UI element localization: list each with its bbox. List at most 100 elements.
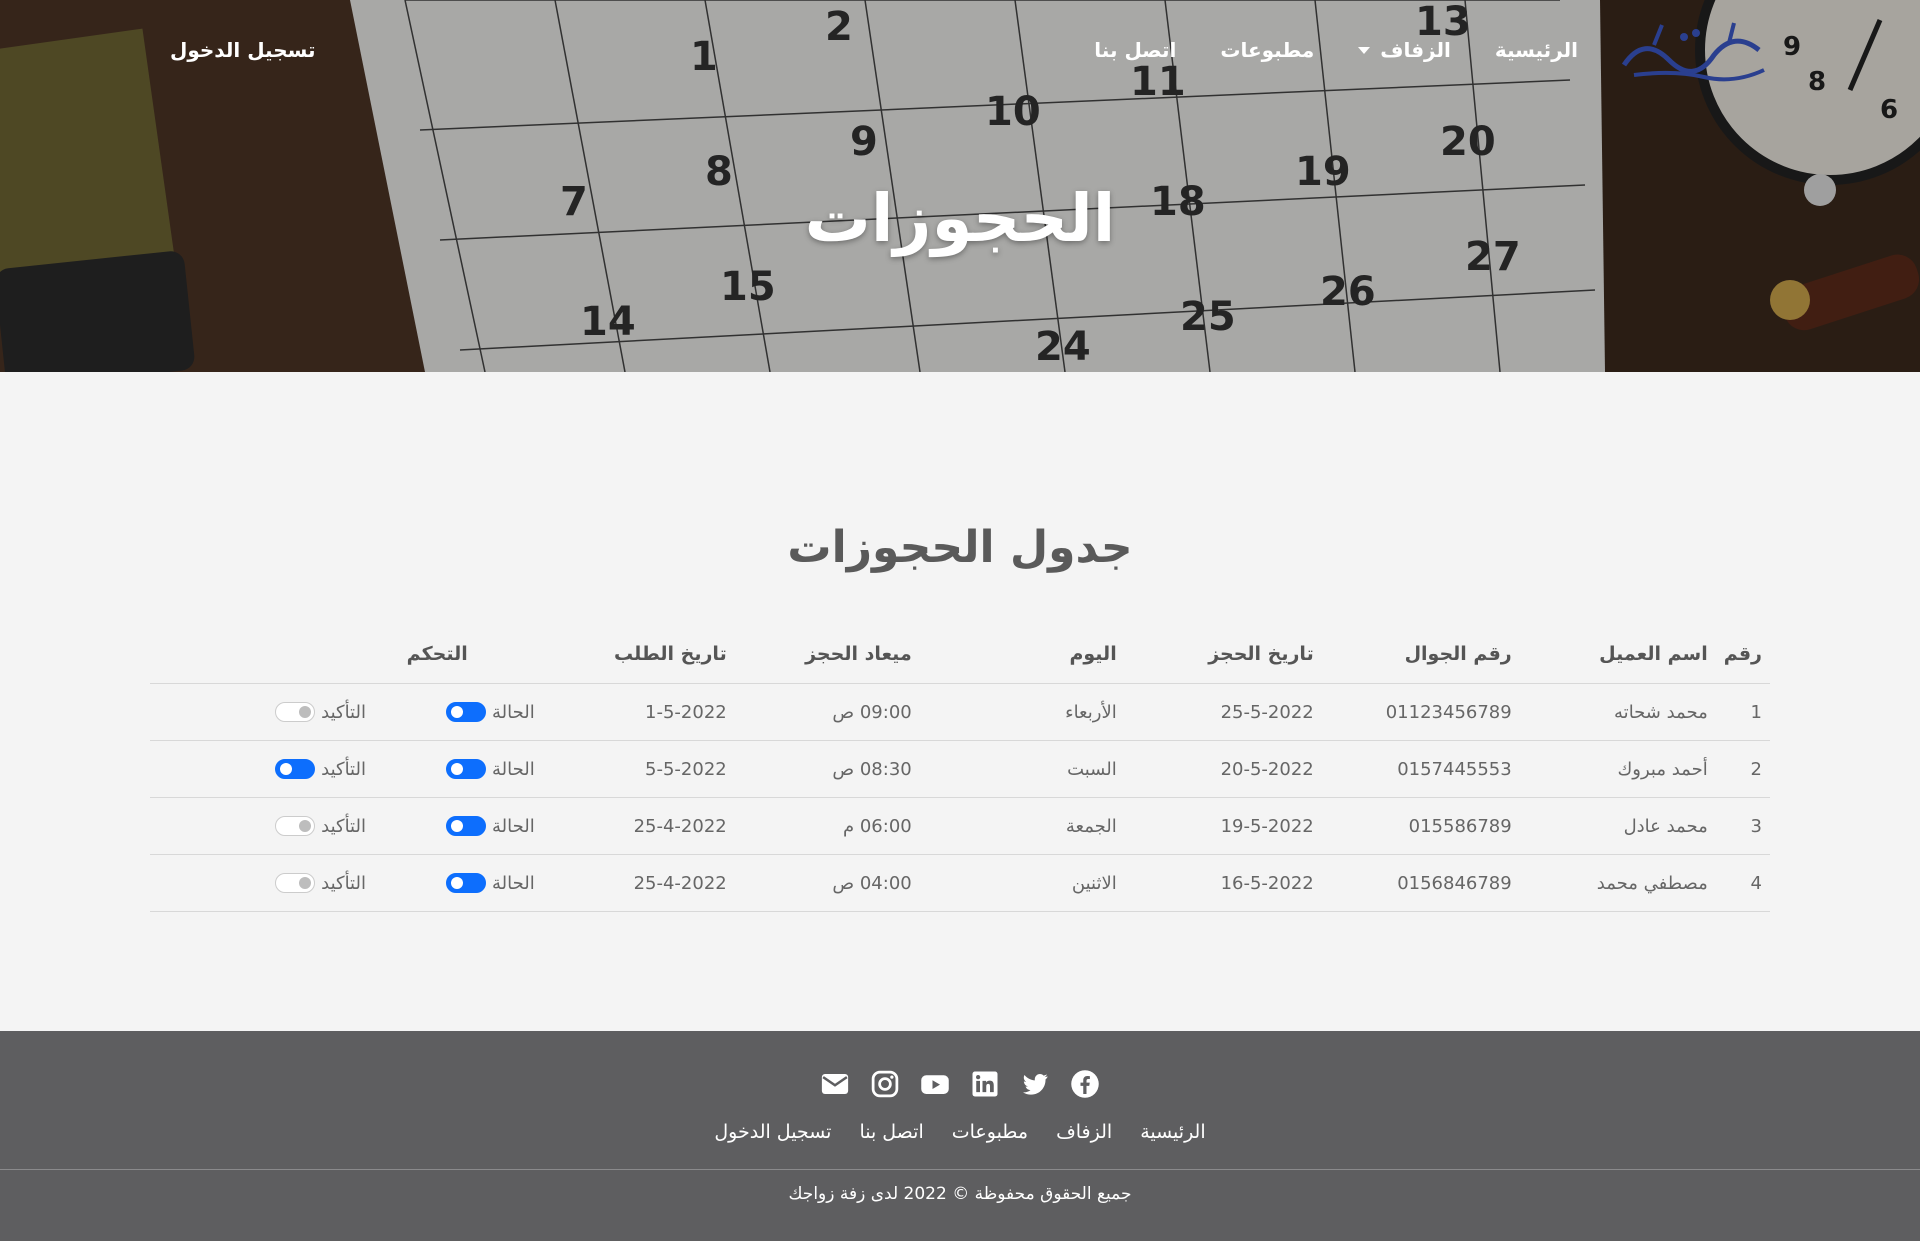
row-number-cell: 3	[1715, 797, 1770, 855]
order-date-cell: 1-5-2022	[542, 683, 735, 741]
control-cell: الحالة التأكيد	[150, 683, 543, 741]
phone-number-cell: 0157445553	[1321, 740, 1520, 798]
booking-day-cell: الاثنين	[919, 854, 1125, 912]
control-group: الحالة التأكيد	[158, 798, 535, 854]
control-cell: الحالة التأكيد	[150, 797, 543, 855]
customer-name-cell: أحمد مبروك	[1519, 740, 1716, 798]
footer-links: الرئيسية الزفاف مطبوعات اتصل بنا تسجيل ا…	[0, 1121, 1920, 1143]
confirm-toggle-control[interactable]: التأكيد	[275, 759, 366, 780]
status-toggle-control[interactable]: الحالة	[445, 815, 535, 837]
table-row: 4 مصطفي محمد 0156846789 16-5-2022 الاثنين 04:…	[150, 854, 1770, 912]
customer-name-cell: مصطفي محمد	[1519, 854, 1716, 912]
status-toggle-control[interactable]: الحالة	[445, 701, 535, 723]
control-cell: الحالة التأكيد	[150, 854, 543, 912]
col-header-phone: رقم الجوال	[1321, 643, 1520, 684]
top-navbar: الرئيسية الزفاف مطبوعات اتصل بنا تسجيل ا…	[0, 0, 1920, 100]
confirm-switch[interactable]	[275, 873, 316, 893]
login-link[interactable]: تسجيل الدخول	[170, 38, 315, 62]
confirm-switch[interactable]	[275, 816, 316, 836]
confirm-toggle-control[interactable]: التأكيد	[275, 702, 366, 723]
customer-name-cell: محمد شحاته	[1519, 683, 1716, 741]
status-toggle-control[interactable]: الحالة	[445, 758, 535, 780]
status-switch[interactable]	[445, 759, 486, 779]
facebook-icon[interactable]	[1070, 1069, 1100, 1099]
control-group: الحالة التأكيد	[158, 684, 535, 740]
confirm-toggle-control[interactable]: التأكيد	[275, 873, 366, 894]
status-toggle-label: الحالة	[491, 758, 535, 780]
main-nav: الرئيسية الزفاف مطبوعات اتصل بنا	[315, 38, 1578, 62]
booking-time-cell: 09:00 ص	[734, 683, 920, 741]
footer: الرئيسية الزفاف مطبوعات اتصل بنا تسجيل ا…	[0, 1031, 1920, 1241]
col-header-control: التحكم	[150, 643, 543, 684]
booking-time-cell: 04:00 ص	[734, 854, 920, 912]
nav-prints[interactable]: مطبوعات	[1220, 38, 1314, 62]
table-row: 1 محمد شحاته 01123456789 25-5-2022 الأربعاء 0…	[150, 683, 1770, 741]
status-toggle-control[interactable]: الحالة	[445, 872, 535, 894]
status-toggle-label: الحالة	[491, 872, 535, 894]
logo-calligraphy-icon	[1621, 22, 1765, 82]
booking-date-cell: 25-5-2022	[1124, 683, 1322, 741]
confirm-toggle-label: التأكيد	[321, 872, 366, 894]
table-header-row: رقم اسم العميل رقم الجوال تاريخ الحجز ال…	[150, 643, 1770, 684]
footer-link-login[interactable]: تسجيل الدخول	[714, 1121, 831, 1143]
nav-wedding-label: الزفاف	[1380, 38, 1451, 62]
order-date-cell: 25-4-2022	[542, 854, 735, 912]
site-logo[interactable]	[1614, 15, 1770, 85]
footer-link-contact[interactable]: اتصل بنا	[859, 1121, 923, 1143]
booking-time-cell: 06:00 م	[734, 797, 920, 855]
twitter-icon[interactable]	[1020, 1069, 1050, 1099]
status-switch[interactable]	[445, 702, 486, 722]
row-number-cell: 1	[1715, 683, 1770, 741]
booking-day-cell: السبت	[919, 740, 1125, 798]
control-group: الحالة التأكيد	[158, 855, 535, 911]
booking-time-cell: 08:30 ص	[734, 740, 920, 798]
caret-down-icon	[1358, 46, 1371, 54]
order-date-cell: 5-5-2022	[542, 740, 735, 798]
booking-date-cell: 19-5-2022	[1124, 797, 1322, 855]
confirm-toggle-label: التأكيد	[321, 701, 366, 723]
booking-date-cell: 16-5-2022	[1124, 854, 1322, 912]
col-header-name: اسم العميل	[1519, 643, 1716, 684]
nav-wedding-dropdown[interactable]: الزفاف	[1358, 38, 1451, 62]
footer-link-home[interactable]: الرئيسية	[1140, 1121, 1205, 1143]
footer-link-prints[interactable]: مطبوعات	[952, 1121, 1028, 1143]
row-number-cell: 4	[1715, 854, 1770, 912]
youtube-icon[interactable]	[920, 1069, 950, 1099]
hero-banner: 1 2 13 11 7 8 9 10 18 19 20 14 15 26 27 …	[0, 0, 1920, 372]
nav-contact[interactable]: اتصل بنا	[1094, 38, 1176, 62]
confirm-toggle-label: التأكيد	[321, 815, 366, 837]
switch-knob	[299, 706, 312, 718]
booking-day-cell: الجمعة	[919, 797, 1125, 855]
envelope-icon[interactable]	[820, 1069, 850, 1099]
order-date-cell: 25-4-2022	[542, 797, 735, 855]
switch-knob	[299, 877, 312, 889]
nav-home[interactable]: الرئيسية	[1495, 38, 1578, 62]
status-toggle-label: الحالة	[491, 815, 535, 837]
main-content: جدول الحجوزات رقم اسم العميل رقم الجوال …	[0, 372, 1920, 1031]
table-row: 2 أحمد مبروك 0157445553 20-5-2022 السبت 08:30…	[150, 740, 1770, 798]
col-header-date: تاريخ الحجز	[1124, 643, 1322, 684]
confirm-switch[interactable]	[275, 702, 316, 722]
confirm-toggle-control[interactable]: التأكيد	[275, 816, 366, 837]
footer-link-wedding[interactable]: الزفاف	[1056, 1121, 1112, 1143]
col-header-day: اليوم	[919, 643, 1125, 684]
status-switch[interactable]	[445, 873, 486, 893]
switch-knob	[450, 820, 463, 832]
control-cell: الحالة التأكيد	[150, 740, 543, 798]
switch-knob	[450, 763, 463, 775]
table-body: 1 محمد شحاته 01123456789 25-5-2022 الأربعاء 0…	[150, 683, 1770, 912]
bookings-table: رقم اسم العميل رقم الجوال تاريخ الحجز ال…	[150, 643, 1770, 912]
confirm-toggle-label: التأكيد	[321, 758, 366, 780]
status-switch[interactable]	[445, 816, 486, 836]
confirm-switch[interactable]	[275, 759, 316, 779]
row-number-cell: 2	[1715, 740, 1770, 798]
status-toggle-label: الحالة	[491, 701, 535, 723]
customer-name-cell: محمد عادل	[1519, 797, 1716, 855]
linkedin-icon[interactable]	[970, 1069, 1000, 1099]
switch-knob	[280, 763, 293, 775]
phone-number-cell: 015586789	[1321, 797, 1520, 855]
instagram-icon[interactable]	[870, 1069, 900, 1099]
booking-day-cell: الأربعاء	[919, 683, 1125, 741]
switch-knob	[450, 877, 463, 889]
switch-knob	[299, 820, 312, 832]
